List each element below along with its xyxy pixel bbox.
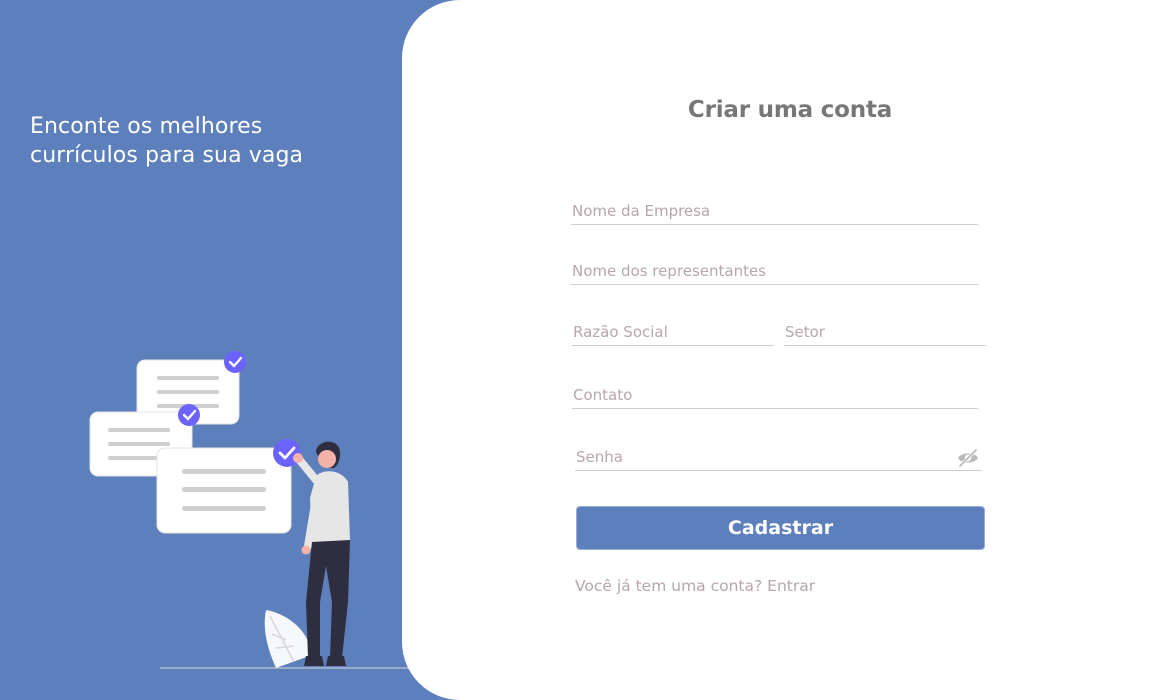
password-field xyxy=(575,443,982,471)
legal-name-field xyxy=(572,318,774,346)
contact-input[interactable] xyxy=(572,381,978,408)
resume-card-icon xyxy=(156,447,292,534)
eye-slash-icon[interactable] xyxy=(956,447,980,469)
representatives-input[interactable] xyxy=(571,257,978,284)
register-button[interactable]: Cadastrar xyxy=(576,506,985,550)
hero-tagline: Enconte os melhores currículos para sua … xyxy=(30,112,303,170)
resume-review-illustration xyxy=(89,351,418,669)
legal-name-input[interactable] xyxy=(572,318,774,345)
signup-form-panel: Criar uma conta Cadastrar Você já tem um… xyxy=(402,0,1152,700)
hero-panel: Enconte os melhores currículos para sua … xyxy=(0,0,430,700)
representatives-field xyxy=(571,257,978,285)
hero-tagline-line-2: currículos para sua vaga xyxy=(30,143,304,168)
check-badge-icon xyxy=(224,351,246,373)
password-input[interactable] xyxy=(575,443,945,470)
contact-field xyxy=(572,381,978,409)
hero-tagline-line-1: Enconte os melhores xyxy=(30,114,263,139)
company-name-field xyxy=(571,197,978,225)
company-name-input[interactable] xyxy=(571,197,978,224)
page-title: Criar uma conta xyxy=(687,97,893,123)
plant-icon xyxy=(264,610,312,668)
login-link[interactable]: Você já tem uma conta? Entrar xyxy=(575,577,815,595)
sector-input[interactable] xyxy=(784,318,986,345)
check-badge-icon xyxy=(178,404,200,426)
sector-field xyxy=(784,318,986,346)
